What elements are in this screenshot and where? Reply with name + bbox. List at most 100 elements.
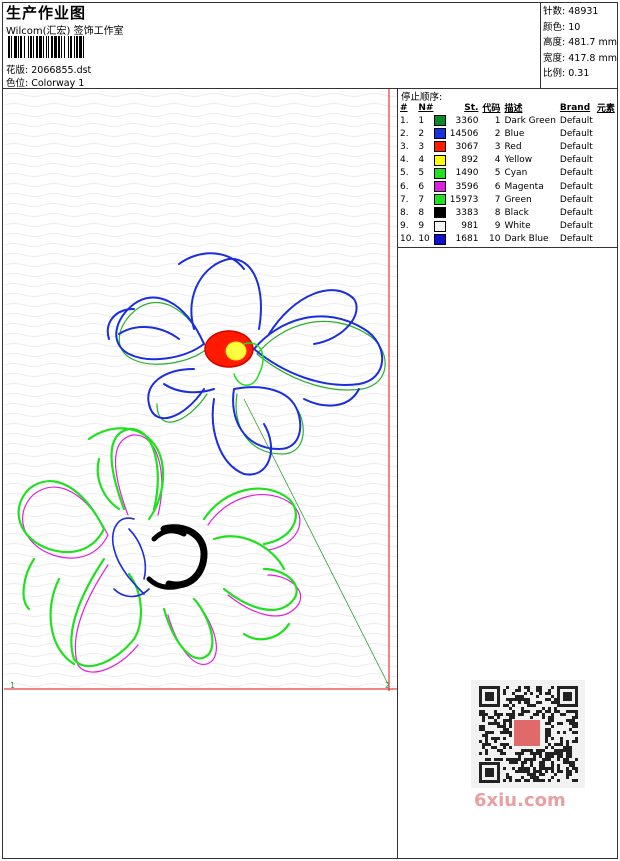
cell-needle: 6 <box>418 181 425 192</box>
cell-description: Green <box>504 194 532 205</box>
cell-swatch <box>432 233 448 246</box>
cell-description: Blue <box>504 128 525 139</box>
stop-sequence-table: # N# St. 代码 描述 Brand 元素 1. 1 3360 1 Dark Gre… <box>398 101 617 246</box>
cell-swatch <box>432 154 448 167</box>
cell-index: 1. <box>400 115 409 126</box>
table-divider <box>397 247 618 248</box>
cell-description: Yellow <box>504 155 533 166</box>
cell-index: 2. <box>400 128 409 139</box>
cell-needle: 8 <box>418 207 425 218</box>
cell-code: 8 <box>494 207 501 218</box>
cell-needle: 5 <box>418 168 425 179</box>
watermark-logo: 6xiu.com <box>474 790 566 811</box>
cell-stitches: 1681 <box>455 234 479 245</box>
color-swatch <box>433 207 446 219</box>
cell-brand: Default <box>559 141 593 152</box>
colorway-row: 色位: Colorway 1 <box>6 75 84 89</box>
col-needle: N# <box>418 102 434 113</box>
cell-element <box>595 167 617 180</box>
cell-brand: Default <box>559 155 593 166</box>
color-swatch <box>433 141 446 153</box>
cell-swatch <box>432 206 448 219</box>
qr-logo <box>514 720 540 746</box>
cell-stitches: 14506 <box>449 128 479 139</box>
cell-index: 10. <box>400 234 415 245</box>
cell-needle: 2 <box>418 128 425 139</box>
cell-index: 9. <box>400 221 409 232</box>
qr-code <box>471 680 585 788</box>
cell-index: 8. <box>400 207 409 218</box>
cell-brand: Default <box>559 181 593 192</box>
cell-needle: 7 <box>418 194 425 205</box>
col-element: 元素 <box>596 104 615 114</box>
cell-brand: Default <box>559 207 593 218</box>
end-marker: 2 <box>385 681 390 690</box>
col-description: 描述 <box>504 104 523 114</box>
cell-swatch <box>432 127 448 140</box>
table-row: 5. 5 1490 5 Cyan Default <box>398 167 617 180</box>
cell-swatch <box>432 140 448 153</box>
cell-code: 5 <box>494 168 501 179</box>
cell-code: 6 <box>494 181 501 192</box>
cell-code: 9 <box>494 221 501 232</box>
cell-stitches: 981 <box>461 221 479 232</box>
color-swatch <box>433 128 446 140</box>
cell-code: 3 <box>494 141 501 152</box>
start-marker: 1 <box>10 681 15 690</box>
col-index: # <box>400 102 408 113</box>
cell-description: Dark Green <box>504 115 556 126</box>
cell-element <box>595 233 617 246</box>
cell-brand: Default <box>559 194 593 205</box>
color-swatch <box>433 167 446 179</box>
company-name: Wilcom(汇宏) 签饰工作室 <box>6 26 124 37</box>
page-title: 生产作业图 <box>6 4 87 22</box>
table-row: 10. 10 1681 10 Dark Blue Default <box>398 233 617 246</box>
cell-element <box>595 220 617 233</box>
cell-element <box>595 154 617 167</box>
cell-swatch <box>432 167 448 180</box>
cell-index: 3. <box>400 141 409 152</box>
cell-code: 10 <box>488 234 501 245</box>
table-row: 9. 9 981 9 White Default <box>398 220 617 233</box>
cell-stitches: 3383 <box>455 207 479 218</box>
file-row: 花版: 2066855.dst <box>6 62 91 76</box>
cell-description: Red <box>504 141 522 152</box>
stats-divider <box>540 2 541 88</box>
col-stitches: St. <box>464 102 479 113</box>
cell-swatch <box>432 193 448 206</box>
stat-colors: 颜色: 10 <box>543 21 581 33</box>
table-row: 1. 1 3360 1 Dark Green Default <box>398 114 617 127</box>
color-swatch <box>433 115 446 127</box>
stat-scale: 比例: 0.31 <box>543 68 590 79</box>
barcode <box>8 36 84 58</box>
table-row: 4. 4 892 4 Yellow Default <box>398 154 617 167</box>
cell-swatch <box>432 114 448 127</box>
cell-index: 4. <box>400 155 409 166</box>
cell-description: Black <box>504 207 529 218</box>
cell-brand: Default <box>559 234 593 245</box>
cell-index: 6. <box>400 181 409 192</box>
col-brand: Brand <box>559 102 591 113</box>
cell-needle: 1 <box>418 115 425 126</box>
table-row: 2. 2 14506 2 Blue Default <box>398 127 617 140</box>
table-row: 8. 8 3383 8 Black Default <box>398 206 617 219</box>
color-swatch <box>433 233 446 245</box>
cell-needle: 9 <box>418 221 425 232</box>
cell-stitches: 3067 <box>455 141 479 152</box>
cell-code: 1 <box>494 115 501 126</box>
table-row: 6. 6 3596 6 Magenta Default <box>398 180 617 193</box>
cell-element <box>595 193 617 206</box>
stat-height: 高度: 481.7 mm <box>543 37 617 48</box>
table-header: # N# St. 代码 描述 Brand 元素 <box>398 101 617 115</box>
col-code: 代码 <box>482 104 501 114</box>
design-preview: 1 2 <box>4 89 397 691</box>
cell-description: White <box>504 221 531 232</box>
cell-swatch <box>432 220 448 233</box>
cell-index: 5. <box>400 168 409 179</box>
cell-stitches: 892 <box>461 155 479 166</box>
cell-code: 7 <box>494 194 501 205</box>
table-row: 7. 7 15973 7 Green Default <box>398 193 617 206</box>
cell-element <box>595 127 617 140</box>
stat-width: 宽度: 417.8 mm <box>543 52 617 64</box>
cell-swatch <box>432 180 448 193</box>
